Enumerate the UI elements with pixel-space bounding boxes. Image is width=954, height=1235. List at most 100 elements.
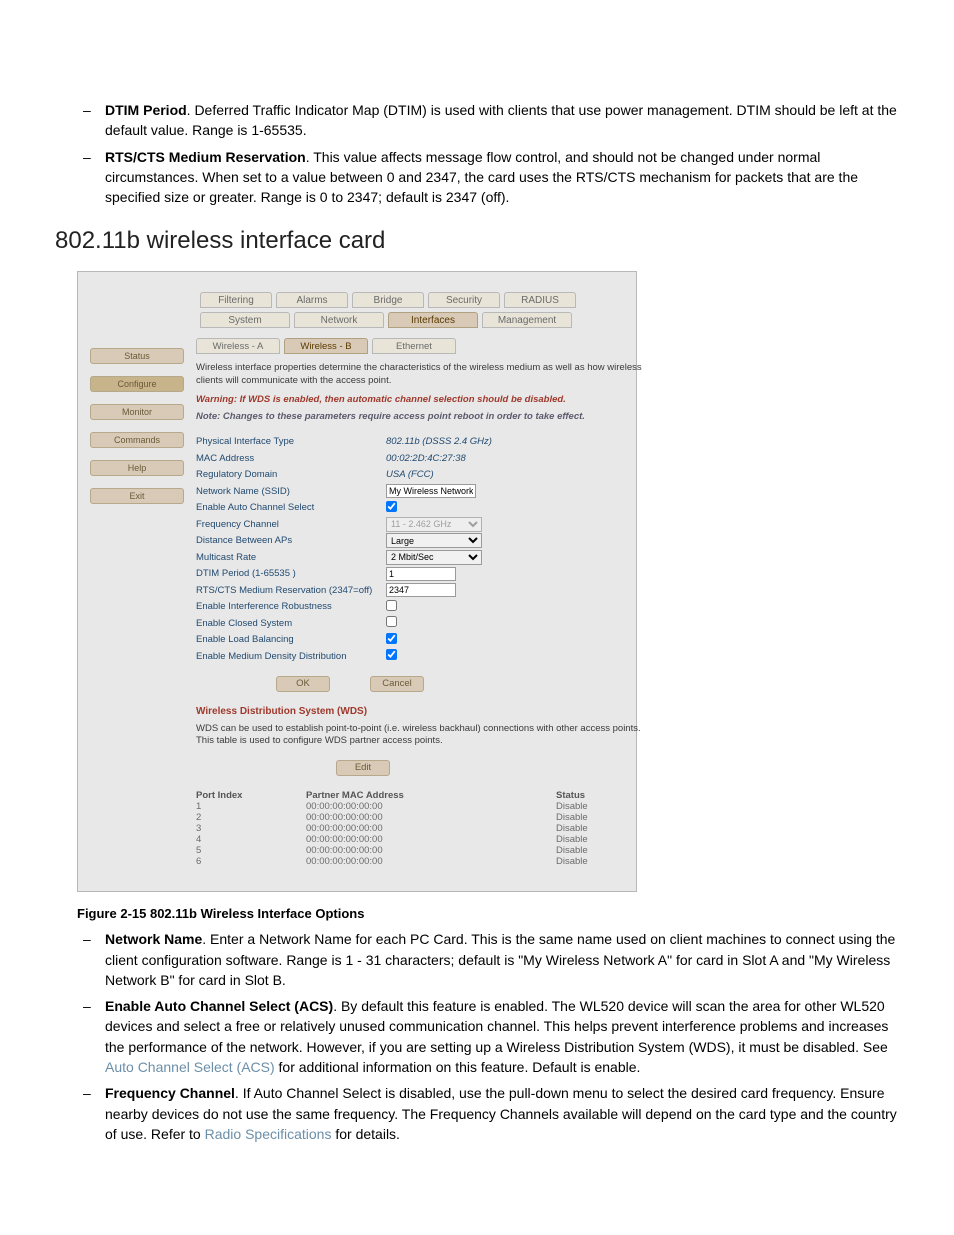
closed-checkbox[interactable] <box>386 616 397 627</box>
static-label: Physical Interface Type <box>196 436 386 447</box>
bullet-term: DTIM Period <box>105 102 187 118</box>
sub-tabrow: Wireless - AWireless - BEthernet <box>196 338 656 354</box>
label-mdd: Enable Medium Density Distribution <box>196 651 386 662</box>
intro-bullet-list: DTIM Period. Deferred Traffic Indicator … <box>55 100 899 207</box>
form-row-static: Physical Interface Type802.11b (DSSS 2.4… <box>196 434 656 449</box>
wds-col-mac: Partner MAC Address <box>306 790 556 801</box>
bullet-text: . Enter a Network Name for each PC Card.… <box>105 931 895 988</box>
section-heading: 802.11b wireless interface card <box>55 227 899 255</box>
ssid-input[interactable] <box>386 484 476 498</box>
label-ssid: Network Name (SSID) <box>196 486 386 497</box>
top-tab[interactable]: Filtering <box>200 292 272 308</box>
form-row-dist: Distance Between APs Large <box>196 533 656 548</box>
wds-cell-port: 6 <box>196 856 306 867</box>
top-tab[interactable]: Security <box>428 292 500 308</box>
side-nav-button[interactable]: Commands <box>90 432 184 448</box>
sub-tab[interactable]: Ethernet <box>372 338 456 354</box>
panel-note-text: Note: Changes to these parameters requir… <box>196 411 656 422</box>
wds-cell-port: 4 <box>196 834 306 845</box>
side-nav: Status Configure Monitor Commands Help Exit <box>90 338 190 867</box>
static-label: MAC Address <box>196 453 386 464</box>
top-tab[interactable]: Interfaces <box>388 312 478 328</box>
wds-cell-mac: 00:00:00:00:00:00 <box>306 845 556 856</box>
label-dtim: DTIM Period (1-65535 ) <box>196 568 386 579</box>
form-row-dtim: DTIM Period (1-65535 ) <box>196 566 656 581</box>
wds-table-row: 600:00:00:00:00:00Disable <box>196 856 656 867</box>
wds-table-row: 400:00:00:00:00:00Disable <box>196 834 656 845</box>
figure-screenshot: FilteringAlarmsBridgeSecurityRADIUS Syst… <box>77 271 637 892</box>
wds-button-row: Edit <box>336 760 656 776</box>
wds-table: Port Index Partner MAC Address Status 10… <box>196 790 656 867</box>
label-closed: Enable Closed System <box>196 618 386 629</box>
label-intf: Enable Interference Robustness <box>196 601 386 612</box>
wds-table-row: 300:00:00:00:00:00Disable <box>196 823 656 834</box>
wds-table-row: 200:00:00:00:00:00Disable <box>196 812 656 823</box>
top-tab[interactable]: System <box>200 312 290 328</box>
inline-link[interactable]: Auto Channel Select (ACS) <box>105 1059 275 1075</box>
side-nav-button[interactable]: Monitor <box>90 404 184 420</box>
bullet-text: for additional information on this featu… <box>275 1059 641 1075</box>
wds-cell-port: 2 <box>196 812 306 823</box>
form-row-closed: Enable Closed System <box>196 616 656 631</box>
post-bullet: Network Name. Enter a Network Name for e… <box>83 929 899 990</box>
sub-tab[interactable]: Wireless - A <box>196 338 280 354</box>
form-row-static: Regulatory DomainUSA (FCC) <box>196 467 656 482</box>
form-row-freq: Frequency Channel 11 - 2.462 GHz <box>196 517 656 532</box>
wds-cell-status: Disable <box>556 856 656 867</box>
bullet-text: for details. <box>331 1126 399 1142</box>
acs-checkbox[interactable] <box>386 501 397 512</box>
loadbal-checkbox[interactable] <box>386 633 397 644</box>
edit-button[interactable]: Edit <box>336 760 390 776</box>
form-row-mrate: Multicast Rate 2 Mbit/Sec <box>196 550 656 565</box>
freq-select[interactable]: 11 - 2.462 GHz <box>386 517 482 532</box>
wds-cell-status: Disable <box>556 823 656 834</box>
form-row-ssid: Network Name (SSID) <box>196 484 656 499</box>
sub-tab[interactable]: Wireless - B <box>284 338 368 354</box>
side-nav-button[interactable]: Status <box>90 348 184 364</box>
dist-select[interactable]: Large <box>386 533 482 548</box>
panel-intro-text: Wireless interface properties determine … <box>196 362 656 388</box>
static-value: 00:02:2D:4C:27:38 <box>386 453 656 464</box>
bullet-text: . Deferred Traffic Indicator Map (DTIM) … <box>105 102 897 138</box>
top-tab[interactable]: Bridge <box>352 292 424 308</box>
wds-table-row: 500:00:00:00:00:00Disable <box>196 845 656 856</box>
inline-link[interactable]: Radio Specifications <box>205 1126 332 1142</box>
top-tab[interactable]: Network <box>294 312 384 328</box>
side-nav-button[interactable]: Help <box>90 460 184 476</box>
label-dist: Distance Between APs <box>196 535 386 546</box>
ok-button[interactable]: OK <box>276 676 330 692</box>
cancel-button[interactable]: Cancel <box>370 676 424 692</box>
bullet-term: Enable Auto Channel Select (ACS) <box>105 998 333 1014</box>
mrate-select[interactable]: 2 Mbit/Sec <box>386 550 482 565</box>
form-row-acs: Enable Auto Channel Select <box>196 500 656 515</box>
side-nav-button[interactable]: Configure <box>90 376 184 392</box>
wds-cell-port: 5 <box>196 845 306 856</box>
wds-col-port: Port Index <box>196 790 306 801</box>
wds-cell-status: Disable <box>556 834 656 845</box>
bullet-term: Network Name <box>105 931 202 947</box>
panel-warning-text: Warning: If WDS is enabled, then automat… <box>196 394 656 405</box>
wds-table-header: Port Index Partner MAC Address Status <box>196 790 656 801</box>
label-mrate: Multicast Rate <box>196 552 386 563</box>
wds-table-row: 100:00:00:00:00:00Disable <box>196 801 656 812</box>
side-nav-button[interactable]: Exit <box>90 488 184 504</box>
wds-cell-status: Disable <box>556 812 656 823</box>
wds-cell-mac: 00:00:00:00:00:00 <box>306 801 556 812</box>
wds-cell-mac: 00:00:00:00:00:00 <box>306 823 556 834</box>
label-freq: Frequency Channel <box>196 519 386 530</box>
label-loadbal: Enable Load Balancing <box>196 634 386 645</box>
top-tab[interactable]: Alarms <box>276 292 348 308</box>
form-row-intf: Enable Interference Robustness <box>196 599 656 614</box>
mdd-checkbox[interactable] <box>386 649 397 660</box>
top-tab[interactable]: Management <box>482 312 572 328</box>
form-row-static: MAC Address00:02:2D:4C:27:38 <box>196 451 656 466</box>
wds-heading: Wireless Distribution System (WDS) <box>196 706 656 717</box>
static-label: Regulatory Domain <box>196 469 386 480</box>
rts-input[interactable] <box>386 583 456 597</box>
intf-checkbox[interactable] <box>386 600 397 611</box>
post-bullet: Frequency Channel. If Auto Channel Selec… <box>83 1083 899 1144</box>
label-acs: Enable Auto Channel Select <box>196 502 386 513</box>
top-tab[interactable]: RADIUS <box>504 292 576 308</box>
wds-col-status: Status <box>556 790 656 801</box>
dtim-input[interactable] <box>386 567 456 581</box>
